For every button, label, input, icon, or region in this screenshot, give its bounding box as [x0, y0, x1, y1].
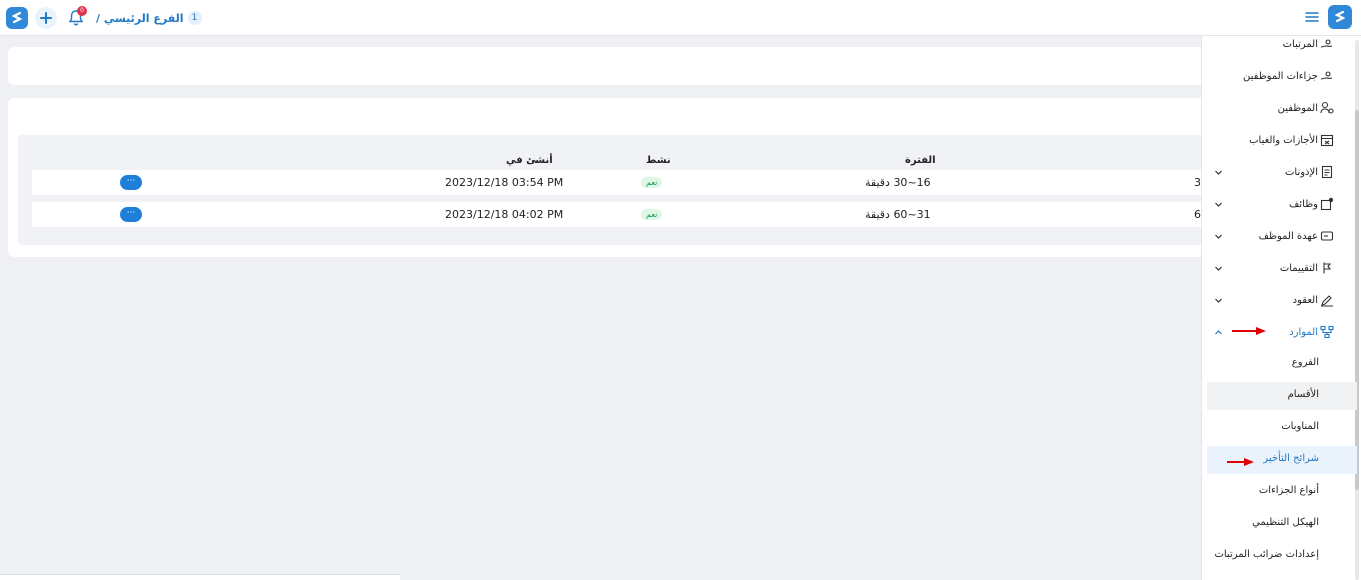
sidebar-subitem-label: المناوبات: [1281, 421, 1319, 432]
hierarchy-icon: [1320, 325, 1334, 339]
sidebar-subitem-label: إعدادات ضرائب المرتبات: [1214, 549, 1319, 560]
column-header-active[interactable]: نشط: [646, 155, 671, 166]
sidebar-subitem-label: شرائح التأخير: [1263, 453, 1319, 464]
sidebar-item-label: التقييمات: [1279, 262, 1318, 274]
sidebar-item-label: عهدة الموظف: [1258, 230, 1318, 242]
sidebar-item-label: العقود: [1292, 294, 1318, 306]
active-badge: نعم: [641, 209, 663, 220]
sidebar-subitem-label: الهيكل التنظيمي: [1252, 517, 1319, 528]
sidebar-item-label: المرتبات: [1282, 38, 1318, 50]
chevron-down-icon[interactable]: [1214, 200, 1223, 209]
sidebar-subitem-org-structure[interactable]: الهيكل التنظيمي: [1207, 510, 1357, 538]
chevron-down-icon[interactable]: [1214, 296, 1223, 305]
hand-coin-icon: [1320, 71, 1333, 80]
top-bar: 0 1 الفرع الرئيسي /: [0, 0, 1361, 36]
add-button[interactable]: [35, 7, 57, 29]
active-badge: نعم: [641, 177, 663, 188]
sidebar-subitem-payroll-tax-settings[interactable]: إعدادات ضرائب المرتبات: [1207, 542, 1357, 570]
sidebar-item-label: الإذونات: [1284, 166, 1318, 178]
column-header-created-at[interactable]: أنشئ في: [506, 155, 553, 166]
footer-panel: [0, 574, 400, 580]
custody-icon: [1320, 231, 1334, 241]
app-logo[interactable]: [6, 7, 28, 29]
annotation-arrow-icon: [1227, 458, 1254, 466]
row-created-at: 2023/12/18 04:02 PM: [445, 208, 564, 221]
sidebar-item-ratings[interactable]: التقييمات: [1202, 254, 1352, 282]
annotation-arrow-icon: [1232, 327, 1266, 335]
sidebar-subitem-departments[interactable]: الأقسام: [1207, 382, 1357, 410]
sidebar-subitem-shifts[interactable]: المناوبات: [1207, 414, 1357, 442]
sidebar-item-custody[interactable]: عهدة الموظف: [1202, 222, 1352, 250]
hand-coin-icon: [1320, 39, 1333, 48]
branch-count: 1: [187, 11, 202, 25]
sidebar-item-salaries[interactable]: المرتبات: [1202, 30, 1352, 58]
sidebar-subitem-label: أنواع الجزاءات: [1258, 485, 1319, 496]
job-icon: [1320, 197, 1334, 211]
notification-badge: 0: [77, 6, 87, 16]
sidebar-item-leaves[interactable]: الأجازات والغياب: [1202, 126, 1352, 154]
sidebar-item-label: الموظفين: [1277, 102, 1318, 114]
branch-label: الفرع الرئيسي /: [96, 11, 184, 25]
chevron-down-icon[interactable]: [1214, 232, 1223, 241]
hamburger-menu-icon[interactable]: [1305, 11, 1319, 23]
sidebar-item-label: جزاءات الموظفين: [1243, 70, 1318, 82]
sidebar-item-jobs[interactable]: وظائف: [1202, 190, 1352, 218]
sidebar-item-resources[interactable]: الموارد: [1202, 318, 1352, 346]
sidebar-item-contracts[interactable]: العقود: [1202, 286, 1352, 314]
document-icon: [1321, 165, 1333, 179]
sidebar-item-label: الموارد: [1289, 326, 1318, 338]
branch-selector[interactable]: 1 الفرع الرئيسي /: [96, 9, 202, 27]
app-logo-main[interactable]: [1328, 5, 1352, 29]
sidebar-subitem-branches[interactable]: الفروع: [1207, 350, 1357, 378]
sidebar-subitem-penalty-types[interactable]: أنواع الجزاءات: [1207, 478, 1357, 506]
row-actions-button[interactable]: ···: [120, 175, 142, 190]
table-row[interactable]: ··· 2023/12/18 04:02 PM نعم 31~60 دقيقة …: [32, 202, 1208, 227]
users-gear-icon: [1320, 101, 1334, 114]
pen-icon: [1321, 295, 1333, 307]
row-period: 16~30 دقيقة: [865, 176, 931, 189]
calendar-x-icon: [1320, 134, 1334, 147]
plus-icon: [40, 12, 52, 24]
sidebar-item-label: وظائف: [1289, 198, 1318, 210]
sidebar-item-employee-penalties[interactable]: جزاءات الموظفين: [1202, 62, 1352, 90]
row-actions-button[interactable]: ···: [120, 207, 142, 222]
chevron-down-icon[interactable]: [1214, 168, 1223, 177]
column-header-period[interactable]: الفترة: [905, 155, 936, 166]
chevron-up-icon[interactable]: [1214, 328, 1223, 337]
chevron-down-icon[interactable]: [1214, 264, 1223, 273]
filter-card: [8, 47, 1208, 85]
row-period: 31~60 دقيقة: [865, 208, 931, 221]
row-created-at: 2023/12/18 03:54 PM: [445, 176, 564, 189]
sidebar-item-permissions[interactable]: الإذونات: [1202, 158, 1352, 186]
sidebar-item-employees[interactable]: الموظفين: [1202, 94, 1352, 122]
sidebar-subitem-label: الفروع: [1291, 357, 1319, 368]
sidebar-subitem-label: الأقسام: [1287, 389, 1319, 400]
sidebar-item-label: الأجازات والغياب: [1249, 134, 1318, 146]
rating-icon: [1323, 262, 1332, 274]
table-row[interactable]: ··· 2023/12/18 03:54 PM نعم 16~30 دقيقة …: [32, 170, 1208, 195]
